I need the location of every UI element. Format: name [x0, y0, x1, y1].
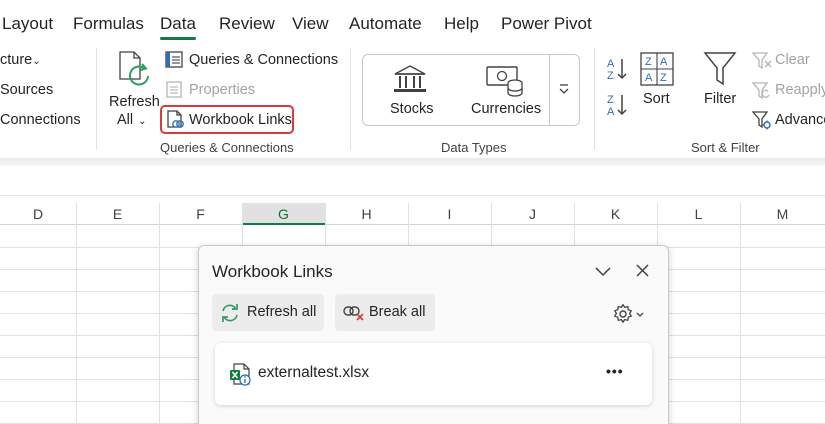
refresh-all-dropdown[interactable]: All ⌄ — [117, 111, 147, 131]
gallery-more-icon[interactable] — [558, 82, 570, 100]
column-header-k[interactable]: K — [574, 203, 657, 225]
close-icon[interactable] — [636, 264, 649, 282]
advanced-button[interactable]: Advance — [775, 111, 825, 129]
ribbon-shadow — [0, 158, 825, 166]
column-header-g[interactable]: G — [242, 203, 325, 225]
sort-button[interactable]: Sort — [643, 90, 670, 108]
sort-icon[interactable]: Z A A Z — [640, 52, 674, 91]
pane-title: Workbook Links — [212, 262, 333, 281]
currencies-icon[interactable] — [485, 64, 525, 103]
break-all-label: Break all — [369, 304, 426, 320]
queries-connections-group-label: Queries & Connections — [160, 140, 294, 155]
refresh-all-label[interactable]: Refresh — [109, 93, 160, 111]
svg-text:Z: Z — [645, 56, 652, 68]
existing-connections-button[interactable]: Connections — [0, 111, 81, 129]
column-header-i[interactable]: I — [408, 203, 491, 225]
refresh-all-button[interactable]: Refresh all — [212, 294, 324, 331]
column-header-h[interactable]: H — [325, 203, 408, 225]
excel-file-icon — [229, 363, 253, 392]
gallery-divider — [549, 54, 550, 126]
break-all-button[interactable]: Break all — [335, 294, 435, 331]
ribbon-separator — [96, 48, 97, 150]
stocks-button[interactable]: Stocks — [390, 100, 434, 118]
data-types-group-label: Data Types — [441, 140, 507, 155]
svg-text:Z: Z — [607, 70, 614, 82]
reapply-icon — [751, 81, 772, 105]
sort-filter-group-label: Sort & Filter — [691, 140, 760, 155]
refresh-all-label: Refresh all — [247, 304, 317, 320]
ribbon-separator — [594, 48, 595, 150]
picture-menu-label[interactable]: cture⌄ — [0, 51, 41, 71]
linked-file-name: externaltest.xlsx — [258, 364, 370, 381]
filter-button[interactable]: Filter — [704, 90, 736, 108]
workbook-links-icon[interactable] — [166, 110, 185, 135]
clear-button: Clear — [775, 52, 810, 68]
advanced-filter-icon[interactable] — [751, 110, 772, 135]
svg-text:A: A — [607, 106, 615, 118]
workbook-links-pane: Workbook Links Refresh all Break all ext… — [198, 245, 669, 424]
column-header-d[interactable]: D — [0, 203, 76, 225]
workbook-links-button[interactable]: Workbook Links — [189, 111, 292, 129]
more-options-icon[interactable]: ••• — [606, 363, 624, 379]
menu-bar: Layout Formulas Data Review View Automat… — [0, 0, 825, 41]
stocks-icon[interactable] — [393, 64, 427, 99]
properties-icon — [166, 81, 183, 104]
tab-formulas[interactable]: Formulas — [73, 14, 144, 34]
refresh-icon — [220, 303, 240, 328]
tab-help[interactable]: Help — [444, 14, 479, 34]
svg-text:Z: Z — [607, 94, 614, 106]
sort-z-to-a-icon[interactable]: Z A — [605, 92, 629, 123]
svg-text:A: A — [660, 56, 668, 68]
queries-connections-icon[interactable] — [165, 51, 184, 74]
tab-review[interactable]: Review — [219, 14, 275, 34]
ribbon-separator — [350, 48, 351, 150]
column-header-m[interactable]: M — [740, 203, 825, 225]
linked-workbook-card[interactable]: externaltest.xlsx ••• — [215, 343, 652, 405]
tab-data[interactable]: Data — [160, 14, 196, 40]
svg-text:Z: Z — [660, 72, 667, 84]
chevron-down-icon[interactable] — [595, 265, 611, 283]
column-header-e[interactable]: E — [76, 203, 159, 225]
reapply-button: Reapply — [775, 82, 825, 98]
formula-bar[interactable] — [0, 166, 825, 196]
gear-icon[interactable] — [613, 303, 649, 329]
tab-automate[interactable]: Automate — [349, 14, 422, 34]
tab-view[interactable]: View — [292, 14, 329, 34]
properties-button: Properties — [189, 82, 256, 98]
sort-a-to-z-icon[interactable]: A Z — [605, 56, 629, 87]
refresh-all-icon[interactable] — [117, 51, 153, 96]
tab-page-layout[interactable]: Layout — [2, 14, 53, 34]
currencies-button[interactable]: Currencies — [471, 100, 541, 118]
column-header-row: D E F G H I J K L M — [0, 203, 825, 225]
tab-power-pivot[interactable]: Power Pivot — [501, 14, 592, 34]
clear-filter-icon — [751, 51, 772, 75]
break-link-icon — [343, 304, 365, 327]
column-header-f[interactable]: F — [159, 203, 242, 225]
recent-sources-button[interactable]: Sources — [0, 81, 53, 99]
svg-text:A: A — [645, 72, 653, 84]
queries-connections-button[interactable]: Queries & Connections — [189, 51, 338, 69]
svg-text:A: A — [607, 58, 615, 70]
filter-icon[interactable] — [703, 51, 737, 92]
column-header-j[interactable]: J — [491, 203, 574, 225]
column-header-l[interactable]: L — [657, 203, 740, 225]
